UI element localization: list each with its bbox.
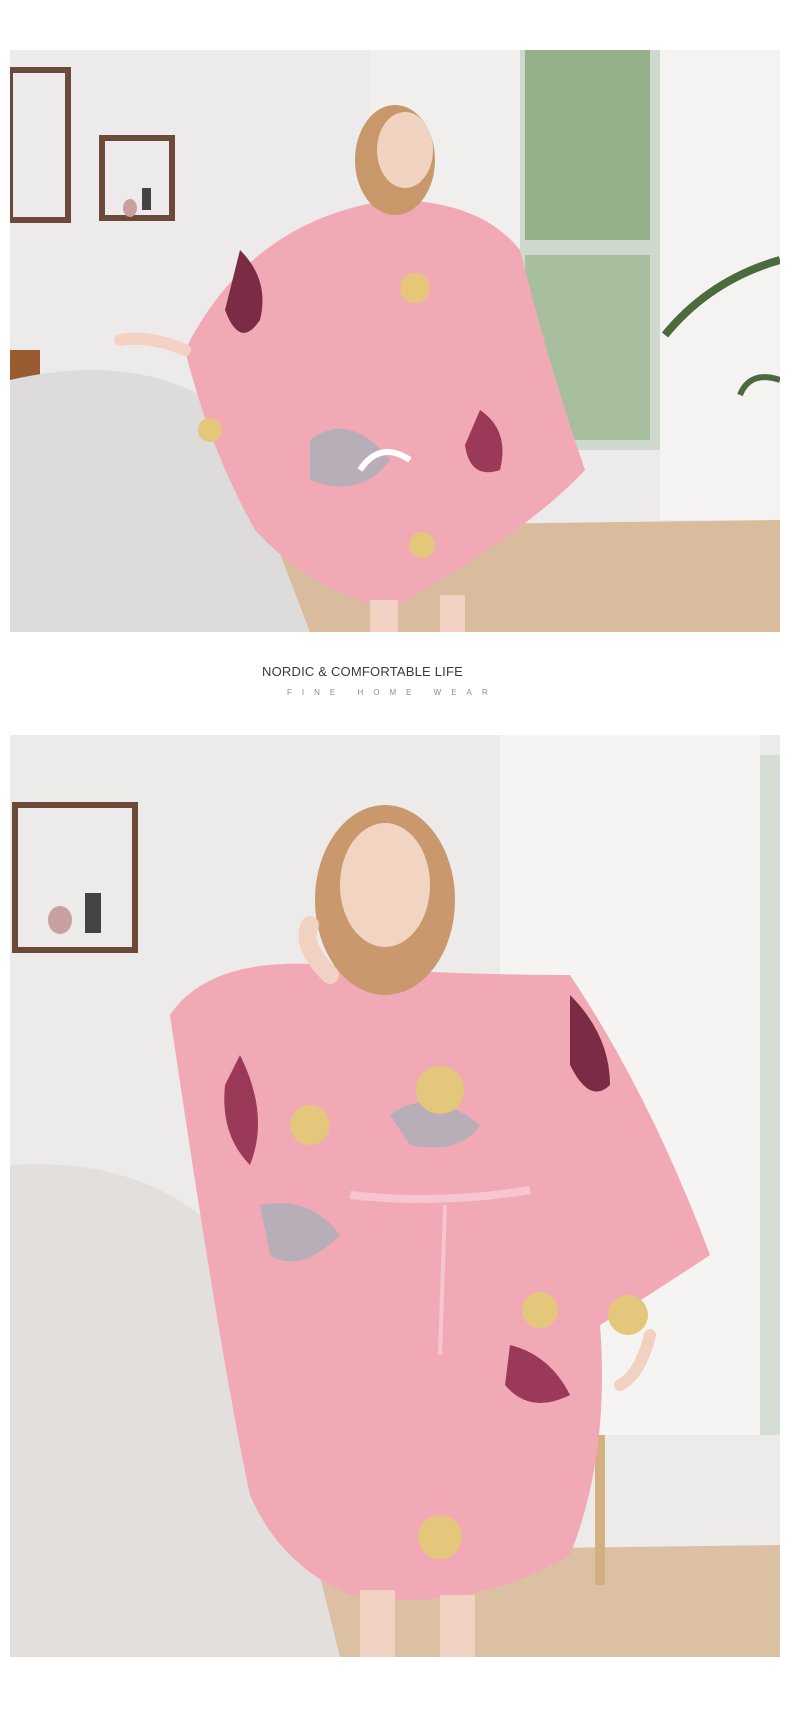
product-photo-bottom <box>10 735 780 1657</box>
caption-title: NORDIC & COMFORTABLE LIFE <box>262 664 463 679</box>
product-photo-top <box>10 50 780 632</box>
caption-subtitle: FINE HOME WEAR <box>287 688 498 697</box>
caption: NORDIC & COMFORTABLE LIFE FINE HOME WEAR <box>0 664 790 714</box>
